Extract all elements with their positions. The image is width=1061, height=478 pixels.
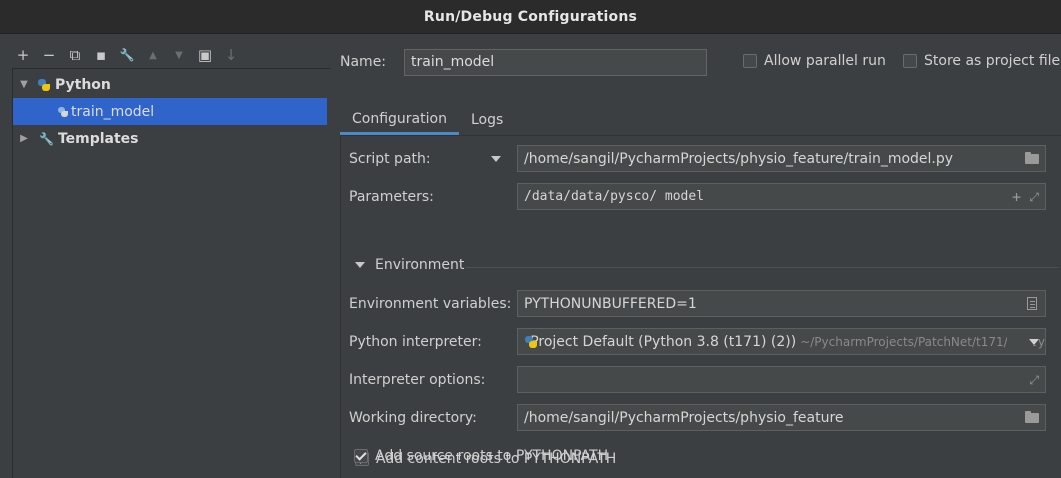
- script-type-dropdown-icon[interactable]: [491, 156, 501, 162]
- source-roots-label: Add source roots to PYTHONPATH: [375, 448, 609, 464]
- allow-parallel-label: Allow parallel run: [764, 53, 886, 69]
- move-down-icon[interactable]: ▼: [166, 44, 192, 66]
- store-as-project-label: Store as project file: [924, 53, 1061, 69]
- interpreter-options-row: Interpreter options:: [349, 366, 519, 394]
- configuration-panel: Script path: /home/sangil/PycharmProject…: [340, 135, 1061, 478]
- interpreter-value: Project Default (Python 3.8 (t171) (2)): [530, 333, 797, 350]
- folder-icon[interactable]: ▣: [192, 44, 218, 66]
- name-row: Name: train_model: [340, 48, 707, 76]
- parameters-field[interactable]: /data/data/pysco/ model + ⤢: [517, 183, 1046, 210]
- right-panel: Name: train_model Allow parallel run Sto…: [330, 34, 1061, 478]
- working-dir-row: Working directory:: [349, 404, 519, 432]
- expand-icon[interactable]: ⤢: [1029, 190, 1039, 205]
- checkbox-box[interactable]: [903, 54, 917, 68]
- interpreter-path: ~/PycharmProjects/PatchNet/t171/bin/py: [800, 334, 1045, 349]
- working-dir-label: Working directory:: [349, 410, 477, 426]
- folder-icon[interactable]: [1025, 411, 1039, 423]
- tab-configuration[interactable]: Configuration: [340, 105, 459, 135]
- env-vars-row: Environment variables:: [349, 290, 519, 318]
- left-panel: + − ⧉ ▪ 🔧 ▲ ▼ ▣ ↓ ▼ Python train_model ▶…: [0, 34, 330, 478]
- remove-icon[interactable]: −: [36, 44, 62, 66]
- environment-label: Environment: [375, 257, 465, 273]
- tree-item-label: Python: [55, 76, 111, 93]
- chevron-down-icon[interactable]: ▼: [17, 79, 31, 90]
- move-up-icon[interactable]: ▲: [140, 44, 166, 66]
- interpreter-select[interactable]: Project Default (Python 3.8 (t171) (2)) …: [517, 328, 1046, 355]
- source-roots-checkbox-row[interactable]: Add source roots to PYTHONPATH: [348, 442, 608, 470]
- name-input[interactable]: train_model: [404, 48, 707, 76]
- tree-item-train-model[interactable]: train_model: [13, 98, 327, 125]
- add-icon[interactable]: +: [10, 44, 36, 66]
- parameters-label: Parameters:: [349, 189, 434, 205]
- parameters-value: /data/data/pysco/ model: [524, 189, 705, 204]
- copy-icon[interactable]: ⧉: [62, 44, 88, 66]
- env-vars-label: Environment variables:: [349, 296, 512, 312]
- environment-section-header[interactable]: Environment: [355, 257, 464, 273]
- tree-item-label: Templates: [57, 130, 139, 147]
- tree-item-label: train_model: [71, 103, 155, 120]
- python-icon: [524, 335, 539, 349]
- tab-logs[interactable]: Logs: [459, 105, 515, 135]
- interpreter-options-field[interactable]: ⤢: [517, 366, 1046, 393]
- tree-item-templates[interactable]: ▶ 🔧 Templates: [13, 125, 139, 152]
- add-macro-icon[interactable]: +: [1012, 188, 1021, 206]
- script-path-value: /home/sangil/PycharmProjects/physio_feat…: [524, 150, 954, 167]
- parameters-row: Parameters:: [349, 183, 519, 211]
- allow-parallel-checkbox[interactable]: Allow parallel run: [743, 53, 886, 69]
- chevron-down-icon[interactable]: [1029, 339, 1039, 345]
- interpreter-row: Python interpreter:: [349, 328, 519, 356]
- config-toolbar: + − ⧉ ▪ 🔧 ▲ ▼ ▣ ↓: [10, 44, 244, 66]
- env-vars-field[interactable]: PYTHONUNBUFFERED=1: [517, 290, 1046, 317]
- interpreter-label: Python interpreter:: [349, 334, 482, 350]
- expand-icon[interactable]: ⤢: [1029, 373, 1039, 388]
- save-icon[interactable]: ▪: [88, 44, 114, 66]
- section-divider: [466, 267, 1058, 268]
- edit-env-vars-icon[interactable]: [1027, 297, 1037, 310]
- name-label: Name:: [340, 54, 387, 70]
- config-tree: ▼ Python train_model ▶ 🔧 Templates: [12, 68, 330, 478]
- env-vars-value: PYTHONUNBUFFERED=1: [524, 295, 697, 312]
- working-dir-value: /home/sangil/PycharmProjects/physio_feat…: [524, 409, 844, 426]
- sort-icon[interactable]: ↓: [218, 44, 244, 66]
- python-file-icon: [57, 106, 69, 118]
- window-title: Run/Debug Configurations: [423, 8, 638, 25]
- tree-item-python[interactable]: ▼ Python: [13, 71, 111, 98]
- chevron-down-icon[interactable]: [355, 262, 365, 268]
- wrench-icon[interactable]: 🔧: [114, 44, 140, 66]
- working-dir-field[interactable]: /home/sangil/PycharmProjects/physio_feat…: [517, 404, 1046, 431]
- script-path-field[interactable]: /home/sangil/PycharmProjects/physio_feat…: [517, 145, 1046, 172]
- chevron-right-icon[interactable]: ▶: [17, 133, 31, 144]
- checkbox-box[interactable]: [743, 54, 757, 68]
- store-as-project-checkbox[interactable]: Store as project file: [903, 53, 1060, 69]
- title-bar: Run/Debug Configurations: [0, 0, 1061, 34]
- python-icon: [37, 78, 51, 92]
- wrench-icon: 🔧: [39, 131, 54, 146]
- checkbox-box[interactable]: [354, 449, 368, 463]
- interpreter-options-label: Interpreter options:: [349, 372, 486, 388]
- folder-icon[interactable]: [1025, 152, 1039, 164]
- config-tabs: Configuration Logs: [340, 105, 515, 135]
